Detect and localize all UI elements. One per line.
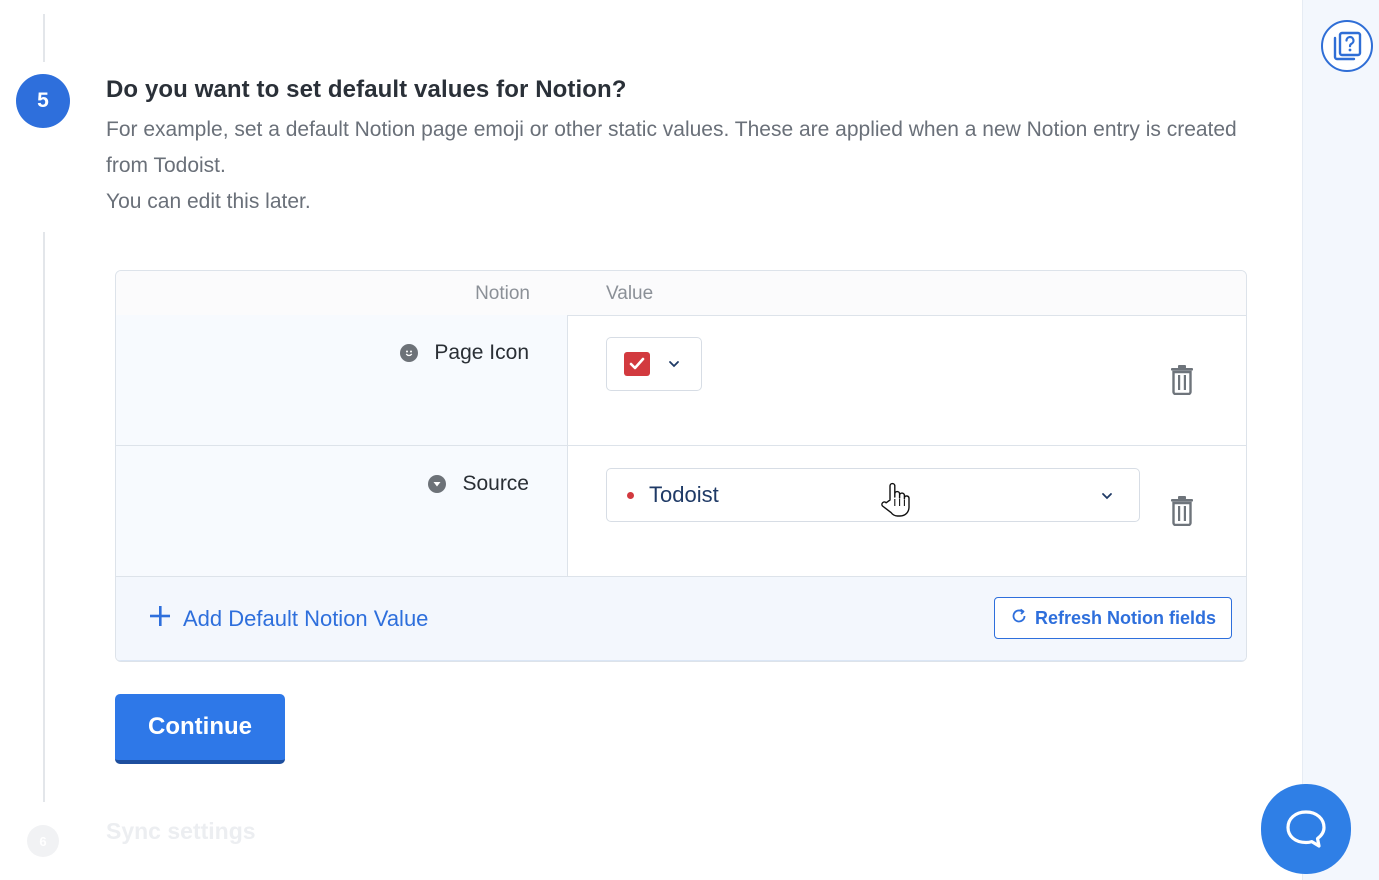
field-label-text: Source [462,472,529,495]
refresh-notion-fields-label: Refresh Notion fields [1034,607,1217,628]
trash-icon[interactable] [1170,365,1194,400]
chevron-down-icon [1101,487,1113,505]
help-book-icon[interactable] [1321,20,1373,72]
source-value-select[interactable]: Todoist [606,468,1140,522]
step-description-text: For example, set a default Notion page e… [106,118,1237,177]
step-title: Do you want to set default values for No… [106,76,627,103]
step-connector-line [43,232,45,802]
add-default-value-label: Add Default Notion Value [183,606,429,631]
chevron-down-icon [668,355,680,373]
step-description: For example, set a default Notion page e… [106,112,1246,220]
trash-icon[interactable] [1170,496,1194,531]
table-header: Notion Value [116,271,1246,316]
table-footer: Add Default Notion Value Refresh Notion … [116,577,1246,661]
default-values-table: Notion Value Page Icon Source Todoist Ad… [115,270,1247,662]
field-name-cell: Page Icon [116,315,568,445]
field-name-cell: Source [116,446,568,576]
smiley-icon [400,344,419,362]
column-header-value: Value [606,283,654,304]
plus-icon [149,605,171,633]
hand-pointer-cursor-icon [878,482,912,523]
table-row: Source Todoist [116,446,1246,577]
field-label: Page Icon [400,341,529,365]
red-checkbox-emoji-icon [624,352,650,376]
chat-bubble-icon[interactable] [1261,784,1351,874]
step-connector-line [43,14,45,62]
step-number-badge: 5 [16,74,70,128]
right-sidebar [1302,0,1379,880]
refresh-notion-fields-button[interactable]: Refresh Notion fields [994,597,1232,639]
refresh-icon [1010,607,1028,630]
field-label: Source [428,472,529,496]
column-header-notion: Notion [475,283,530,304]
table-row: Page Icon [116,315,1246,446]
main-content: 5 Do you want to set default values for … [0,0,1302,880]
add-default-value-button[interactable]: Add Default Notion Value [149,605,428,633]
dropdown-circle-icon [428,475,447,493]
next-step-title[interactable]: Sync settings [106,818,256,845]
option-color-dot [627,492,634,499]
emoji-picker-select[interactable] [606,337,702,391]
selected-option-text: Todoist [649,482,719,507]
next-step-number-badge: 6 [27,825,59,857]
field-label-text: Page Icon [434,341,529,364]
step-description-note: You can edit this later. [106,190,311,213]
continue-button[interactable]: Continue [115,694,285,764]
